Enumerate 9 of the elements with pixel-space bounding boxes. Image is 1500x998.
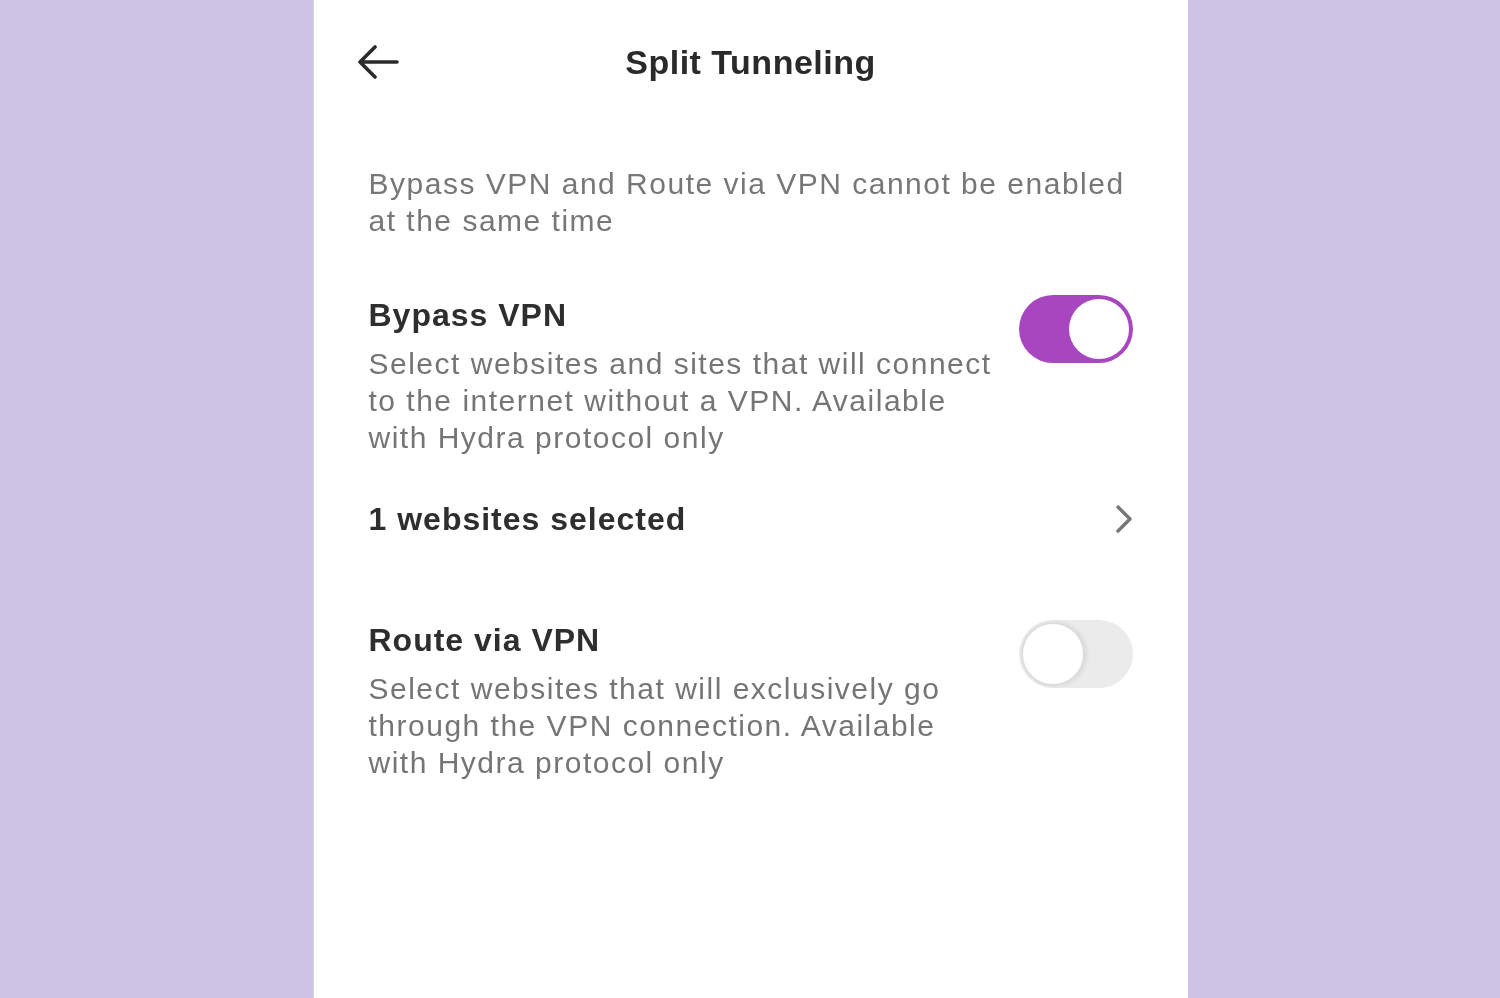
chevron-right-icon xyxy=(1114,504,1133,534)
websites-row[interactable]: 1 websites selected xyxy=(368,489,1133,549)
back-arrow-icon[interactable] xyxy=(356,45,399,79)
section-title: Route via VPN xyxy=(368,621,602,660)
section-description: Select websites that will exclusively go through the VPN connection. Available with Hydra protocol only xyxy=(368,671,942,781)
page-title: Split Tunneling xyxy=(625,42,876,82)
notice-text: Bypass VPN and Route via VPN cannot be enabled at the same time xyxy=(368,166,1126,239)
section-title: Bypass VPN xyxy=(368,296,569,335)
section-description: Select websites and sites that will connect to the internet without a VPN. Available with Hydra protocol only xyxy=(368,346,993,456)
